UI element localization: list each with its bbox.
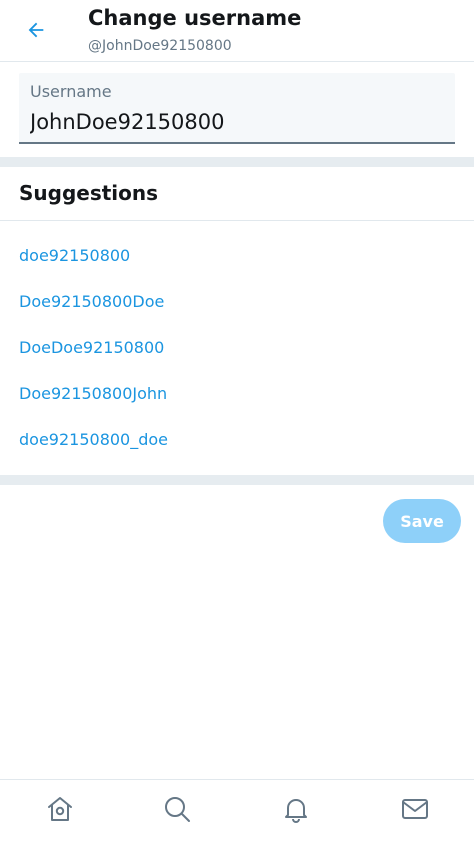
section-divider (0, 475, 474, 485)
page-title: Change username (88, 6, 302, 30)
username-input[interactable] (30, 107, 440, 137)
nav-messages[interactable] (398, 794, 432, 828)
nav-home[interactable] (43, 794, 77, 828)
suggestion-item[interactable]: DoeDoe92150800 (19, 338, 164, 357)
suggestion-item[interactable]: Doe92150800Doe (19, 292, 164, 311)
search-icon (162, 794, 192, 828)
current-handle: @JohnDoe92150800 (88, 38, 232, 54)
arrow-left-icon (25, 19, 47, 45)
nav-notifications[interactable] (279, 794, 313, 828)
section-divider (0, 157, 474, 167)
username-field[interactable]: Username (19, 73, 455, 144)
save-button[interactable]: Save (383, 499, 461, 543)
change-username-screen: Change username @JohnDoe92150800 Usernam… (0, 0, 474, 843)
nav-search[interactable] (160, 794, 194, 828)
suggestion-item[interactable]: doe92150800_doe (19, 430, 168, 449)
bottom-navigation (0, 779, 474, 843)
home-icon (45, 794, 75, 828)
top-bar: Change username @JohnDoe92150800 (0, 0, 474, 62)
suggestions-heading: Suggestions (19, 181, 159, 205)
suggestion-item[interactable]: doe92150800 (19, 246, 130, 265)
suggestion-item[interactable]: Doe92150800John (19, 384, 167, 403)
notifications-icon (281, 794, 311, 828)
username-label: Username (30, 82, 112, 101)
messages-icon (400, 794, 430, 828)
back-button[interactable] (16, 12, 56, 52)
heading-divider (0, 220, 474, 221)
